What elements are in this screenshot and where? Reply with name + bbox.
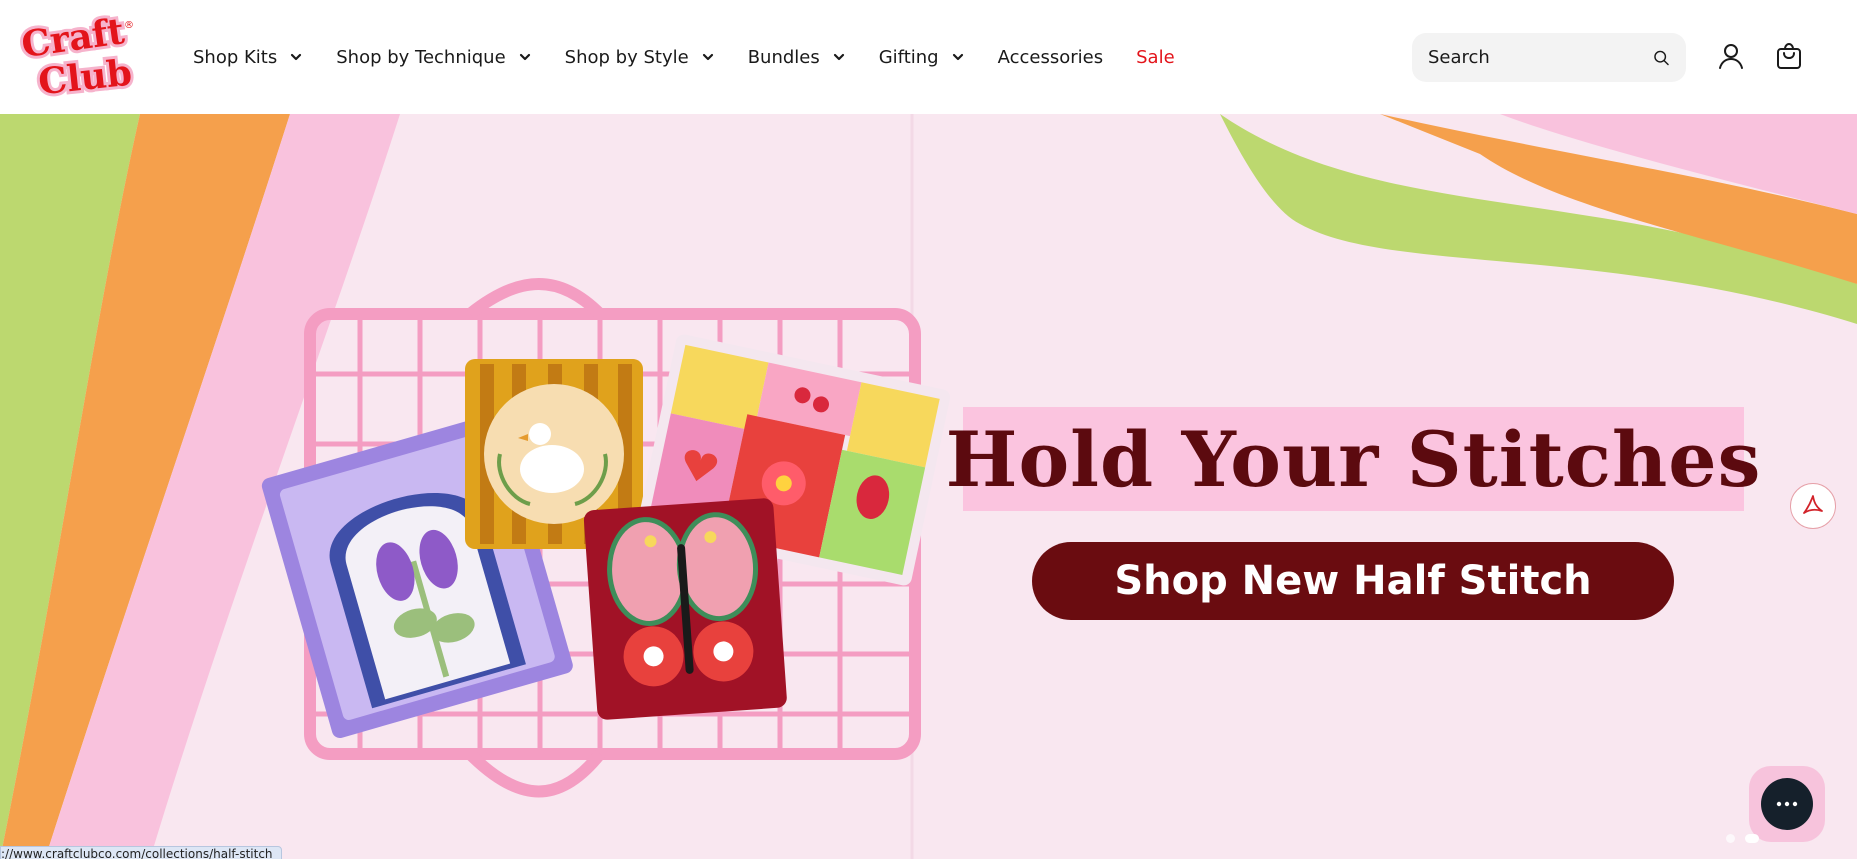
nav-item-label: Shop by Style [564,46,689,68]
main-nav: Shop Kits Shop by Technique Shop by Styl… [193,0,1208,114]
nav-item-label: Shop Kits [193,46,278,68]
nav-item-label: Sale [1136,46,1175,68]
chevron-down-icon [291,53,302,61]
chevron-down-icon [519,53,530,61]
nav-item-shop-by-technique[interactable]: Shop by Technique [336,47,531,68]
carousel-dot-active[interactable] [1745,834,1759,843]
shop-half-stitch-button[interactable]: Shop New Half Stitch [1032,542,1674,620]
chat-launcher[interactable] [1749,766,1825,842]
site-header: Craft Craft Club Club ® Shop Kits Shop b… [0,0,1857,114]
butterfly-pouch [583,498,787,720]
carousel-dot[interactable] [1726,834,1735,843]
hero-banner[interactable]: Hold Your Stitches Shop New Half Stitch [0,114,1857,859]
hero-headline: Hold Your Stitches [945,414,1762,504]
nav-item-label: Accessories [997,46,1104,68]
search-input[interactable] [1428,47,1653,68]
link-status-bar: ://www.craftclubco.com/collections/half-… [0,846,282,859]
acrobat-button[interactable] [1790,483,1836,529]
nav-item-accessories[interactable]: Accessories [998,47,1104,68]
nav-item-gifting[interactable]: Gifting [879,47,965,68]
search-icon[interactable] [1653,45,1670,71]
chevron-down-icon [702,53,713,61]
nav-item-label: Bundles [747,46,820,68]
nav-item-bundles[interactable]: Bundles [748,47,846,68]
search-box[interactable] [1412,33,1686,82]
nav-item-label: Shop by Technique [336,46,506,68]
chevron-down-icon [952,53,963,61]
craft-club-logo[interactable]: Craft Craft Club Club ® [20,14,138,100]
user-icon[interactable] [1717,42,1745,70]
chat-bubble-icon [1761,778,1813,830]
carousel-dots [1726,834,1759,843]
nav-item-sale[interactable]: Sale [1136,47,1175,68]
chevron-down-icon [833,53,844,61]
acrobat-icon [1803,495,1823,514]
nav-item-shop-kits[interactable]: Shop Kits [193,47,303,68]
registered-mark: ® [124,20,134,31]
nav-item-label: Gifting [878,46,939,68]
bag-icon[interactable] [1775,42,1803,70]
nav-item-shop-by-style[interactable]: Shop by Style [565,47,715,68]
